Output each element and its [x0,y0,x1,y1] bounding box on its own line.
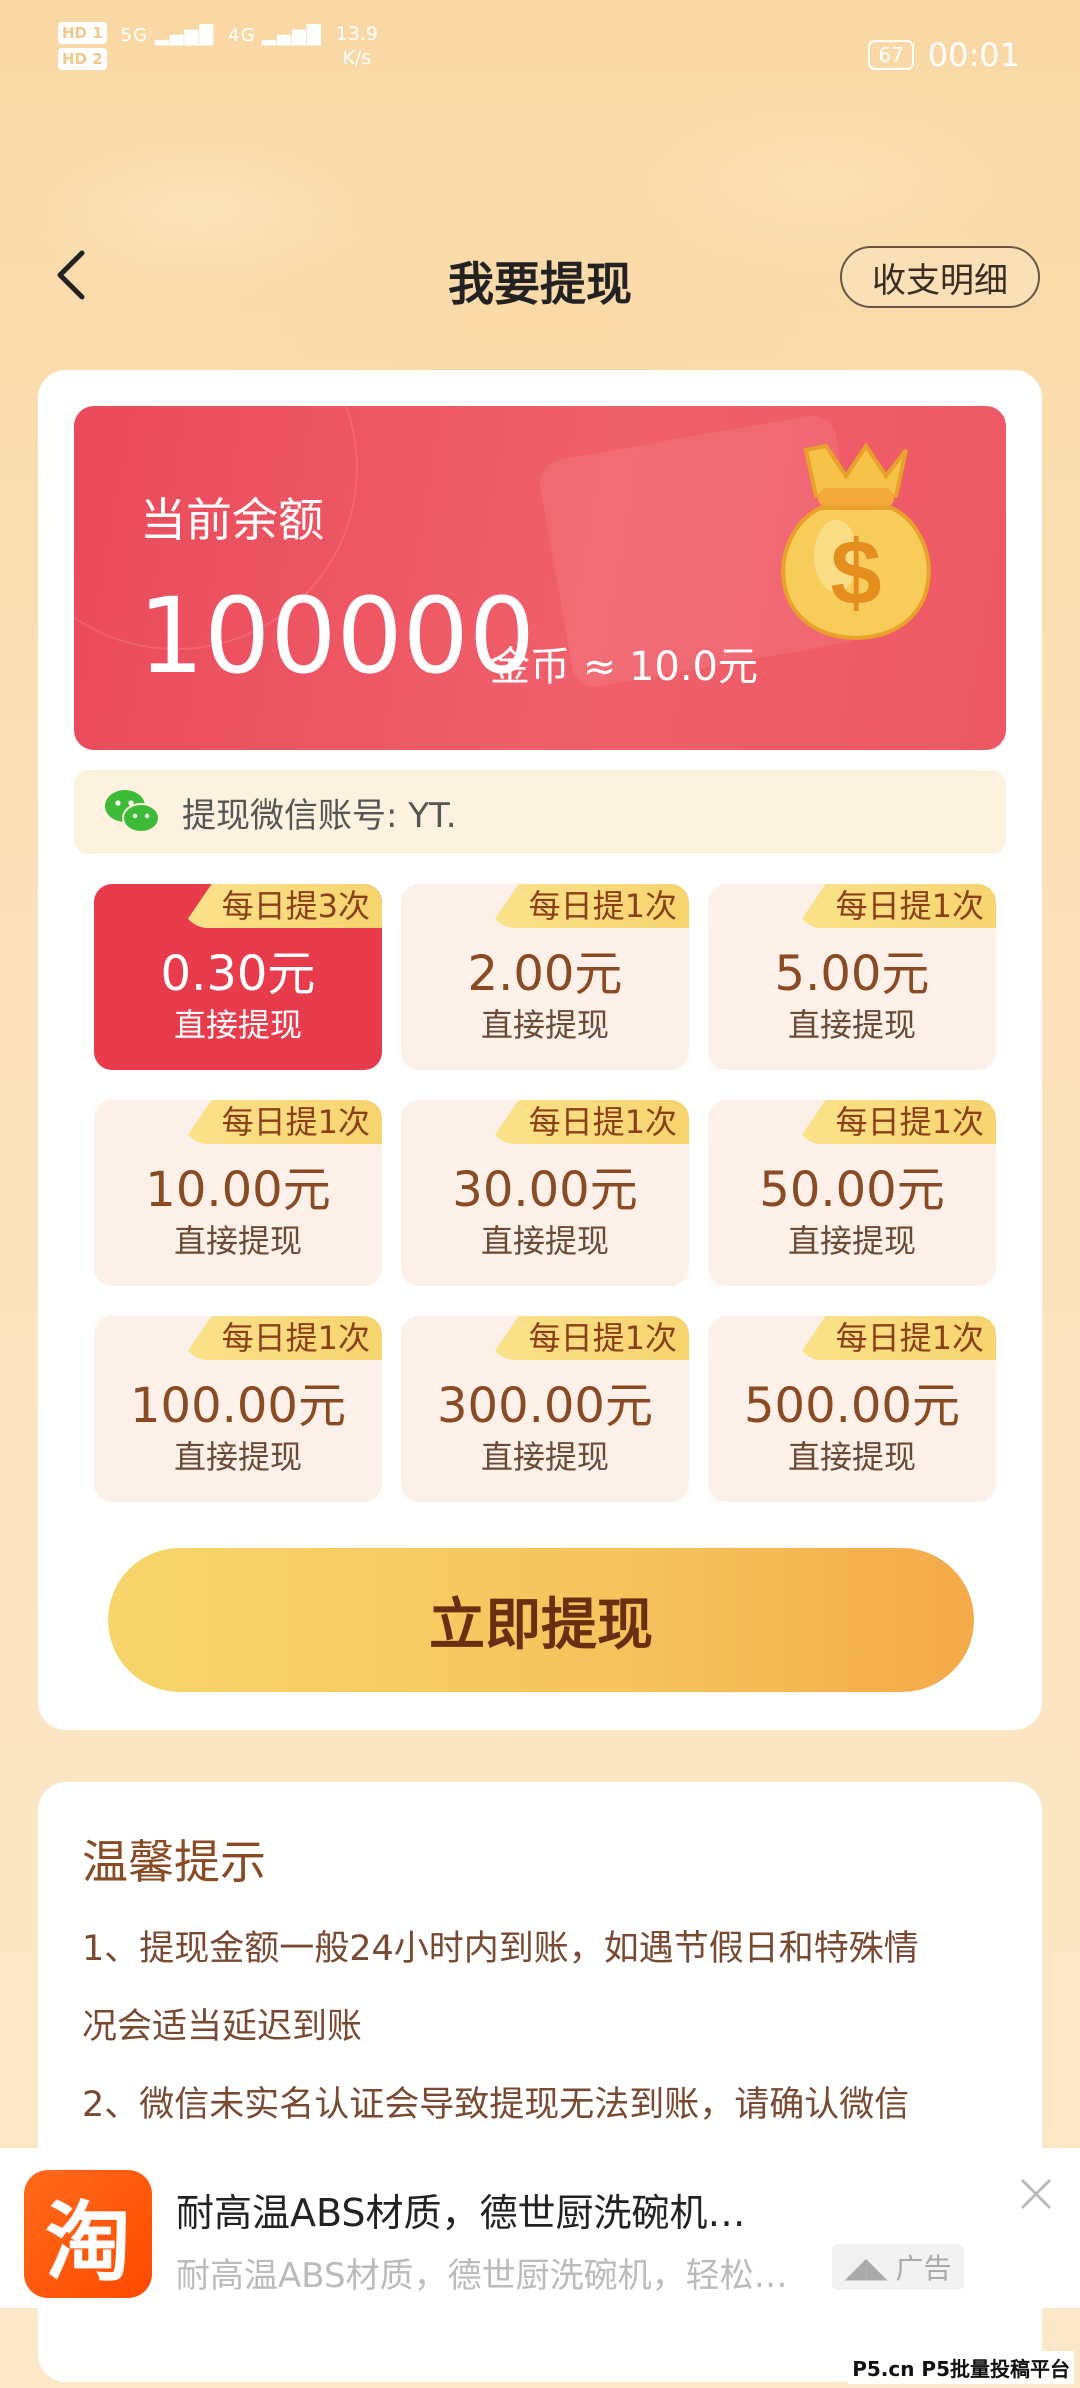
option-subtitle: 直接提现 [173,1006,302,1044]
balance-amount: 100000 [138,575,536,697]
option-subtitle: 直接提现 [787,1006,916,1044]
option-subtitle: 直接提现 [787,1438,916,1476]
battery-icon: 67 [868,40,914,70]
close-icon[interactable] [1016,2174,1056,2214]
balance-panel: 当前余额 100000 金币 ≈ 10.0元 $ [74,406,1006,750]
svg-text:$: $ [830,522,881,624]
option-amount: 300.00元 [437,1378,653,1434]
amount-option-3[interactable]: 每日提1次 10.00元 直接提现 [94,1100,382,1286]
option-amount: 0.30元 [160,946,316,1002]
option-amount: 30.00元 [452,1162,638,1218]
amount-option-1[interactable]: 每日提1次 2.00元 直接提现 [401,884,689,1070]
amount-option-8[interactable]: 每日提1次 500.00元 直接提现 [708,1316,996,1502]
wechat-icon [105,790,160,833]
amount-option-6[interactable]: 每日提1次 100.00元 直接提现 [94,1316,382,1502]
daily-limit-tag: 每日提3次 [181,884,382,928]
option-subtitle: 直接提现 [173,1222,302,1260]
tips-line-1: 1、提现金额一般24小时内到账，如遇节假日和特殊情 [82,1929,919,1969]
balance-label: 当前余额 [140,493,324,547]
daily-limit-tag: 每日提1次 [488,1100,689,1144]
option-amount: 50.00元 [759,1162,945,1218]
daily-limit-tag: 每日提1次 [181,1100,382,1144]
withdraw-card: 当前余额 100000 金币 ≈ 10.0元 $ 提现微信账号: YT. 每日提… [38,370,1042,1730]
hd1-badge: HD 1 [58,22,107,44]
ad-badge-label: 广告 [895,2252,952,2285]
balance-unit: 金币 ≈ 10.0元 [490,644,759,690]
daily-limit-tag: 每日提1次 [795,1316,996,1360]
ad-description: 耐高温ABS材质，德世厨洗碗机，轻松… [176,2256,788,2296]
daily-limit-tag: 每日提1次 [795,884,996,928]
ad-title: 耐高温ABS材质，德世厨洗碗机… [176,2191,746,2235]
watermark: P5.cn P5批量投稿平台 [848,2351,1074,2384]
taobao-logo-icon: 淘 [24,2170,152,2298]
ad-mark-icon: ◢◣ [844,2250,888,2284]
money-bag-icon: $ [781,442,931,641]
tips-title: 温馨提示 [82,1835,266,1889]
option-subtitle: 直接提现 [480,1438,609,1476]
option-amount: 500.00元 [744,1378,960,1434]
tips-line-3: 2、微信未实名认证会导致提现无法到账，请确认微信 [82,2085,910,2125]
tips-line-2: 况会适当延迟到账 [82,2007,363,2047]
amount-option-5[interactable]: 每日提1次 50.00元 直接提现 [708,1100,996,1286]
hd2-badge: HD 2 [58,48,107,70]
amount-option-0[interactable]: 每日提3次 0.30元 直接提现 [94,884,382,1070]
option-subtitle: 直接提现 [480,1222,609,1260]
ad-badge: ◢◣ 广告 [832,2244,964,2290]
daily-limit-tag: 每日提1次 [488,884,689,928]
option-amount: 100.00元 [130,1378,346,1434]
signal-5g-icon: 5G ▂▄▆█ [120,25,215,46]
amount-option-2[interactable]: 每日提1次 5.00元 直接提现 [708,884,996,1070]
daily-limit-tag: 每日提1次 [795,1100,996,1144]
wechat-account-row: 提现微信账号: YT. [74,770,1006,854]
signal-4g-icon: 4G ▂▄▆█ [228,25,322,46]
amount-option-4[interactable]: 每日提1次 30.00元 直接提现 [401,1100,689,1286]
option-subtitle: 直接提现 [480,1006,609,1044]
status-bar: HD 1 HD 2 5G ▂▄▆█ 4G ▂▄▆█ 13.9 K/s 67 00… [0,0,1080,110]
withdraw-now-button[interactable]: 立即提现 [108,1548,974,1692]
network-speed: 13.9 K/s [335,23,378,69]
amount-option-7[interactable]: 每日提1次 300.00元 直接提现 [401,1316,689,1502]
option-amount: 2.00元 [467,946,623,1002]
daily-limit-tag: 每日提1次 [488,1316,689,1360]
option-amount: 10.00元 [145,1162,331,1218]
option-subtitle: 直接提现 [173,1438,302,1476]
clock: 00:01 [927,36,1020,74]
option-subtitle: 直接提现 [787,1222,916,1260]
ledger-button[interactable]: 收支明细 [840,246,1040,308]
daily-limit-tag: 每日提1次 [181,1316,382,1360]
option-amount: 5.00元 [774,946,930,1002]
ad-banner[interactable]: 淘 耐高温ABS材质，德世厨洗碗机… 耐高温ABS材质，德世厨洗碗机，轻松… ◢… [0,2148,1080,2308]
wechat-account-label: 提现微信账号: YT. [182,795,457,836]
